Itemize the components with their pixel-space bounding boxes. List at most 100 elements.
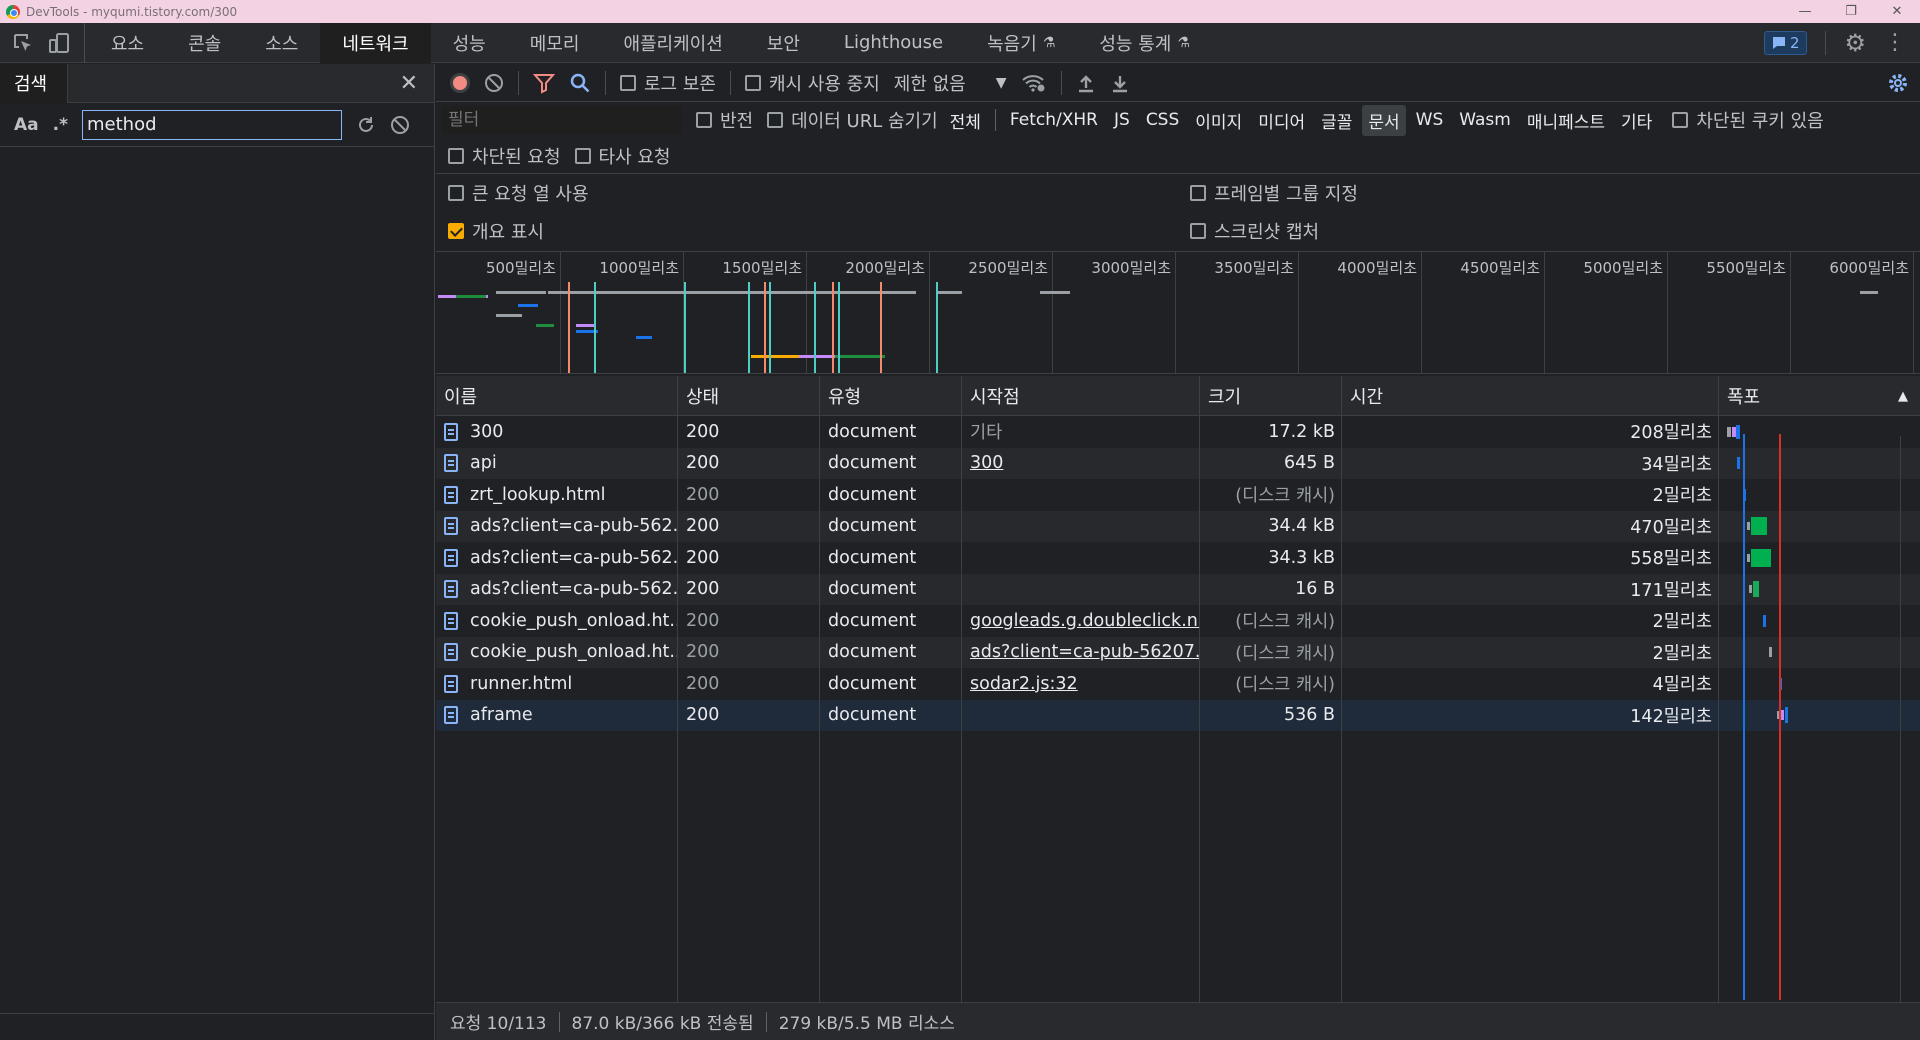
filter-icon[interactable] xyxy=(533,72,555,94)
overview-request-bar xyxy=(496,291,546,294)
overview-request-bar xyxy=(548,291,826,294)
show-overview-checkbox[interactable]: 개요 표시 xyxy=(448,218,544,244)
overview-tick-label: 3500밀리초 xyxy=(1214,259,1294,277)
column-header-type[interactable]: 유형 xyxy=(820,376,962,416)
window-title: DevTools - myqumi.tistory.com/300 xyxy=(26,4,238,19)
search-input[interactable] xyxy=(82,109,342,140)
disable-cache-checkbox[interactable]: 캐시 사용 중지 xyxy=(744,70,880,96)
close-icon[interactable]: ✕ xyxy=(400,71,418,96)
network-conditions-icon[interactable] xyxy=(1021,72,1047,94)
tab-security[interactable]: 보안 xyxy=(745,23,822,63)
blocked-cookies-checkbox[interactable]: 차단된 쿠키 있음 xyxy=(1672,107,1824,133)
big-request-rows-checkbox[interactable]: 큰 요청 열 사용 xyxy=(448,180,589,206)
column-header-time[interactable]: 시간 xyxy=(1342,376,1719,416)
filter-type-media[interactable]: 미디어 xyxy=(1252,105,1311,136)
checkbox-box[interactable] xyxy=(1190,185,1206,201)
column-header-size[interactable]: 크기 xyxy=(1200,376,1342,416)
settings-gear-icon[interactable]: ⚙ xyxy=(1844,29,1866,57)
column-header-waterfall[interactable]: 폭포 ▲ xyxy=(1719,376,1920,416)
divider xyxy=(1825,30,1827,55)
hide-data-urls-label: 데이터 URL 숨기기 xyxy=(791,111,938,132)
column-filler xyxy=(820,436,962,1002)
filter-type-css[interactable]: CSS xyxy=(1140,107,1185,133)
third-party-checkbox[interactable]: 타사 요청 xyxy=(574,143,671,169)
tab-performance[interactable]: 성능 xyxy=(431,23,508,63)
filter-type-doc[interactable]: 문서 xyxy=(1362,104,1406,136)
match-case-toggle[interactable]: Aa xyxy=(14,115,39,135)
network-settings-gear-icon[interactable] xyxy=(1886,71,1910,95)
capture-screenshots-checkbox[interactable]: 스크린샷 캡처 xyxy=(1190,218,1319,244)
checkbox-box[interactable] xyxy=(1672,112,1689,128)
filter-input[interactable] xyxy=(442,106,682,134)
search-panel-tab[interactable]: 검색 xyxy=(0,63,68,103)
filter-type-img[interactable]: 이미지 xyxy=(1189,105,1248,136)
tab-console[interactable]: 콘솔 xyxy=(166,23,243,63)
network-toolbar: 로그 보존 캐시 사용 중지 제한 없음 ▼ xyxy=(436,64,1920,102)
minimize-button[interactable]: — xyxy=(1782,0,1828,23)
checkbox-box[interactable] xyxy=(448,147,464,164)
column-header-name[interactable]: 이름 xyxy=(436,376,678,416)
filter-type-ws[interactable]: WS xyxy=(1410,107,1450,133)
preserve-log-checkbox[interactable]: 로그 보존 xyxy=(620,70,716,96)
overview-marker-line xyxy=(880,282,882,373)
column-header-initiator[interactable]: 시작점 xyxy=(962,376,1200,416)
column-header-waterfall-label: 폭포 xyxy=(1727,387,1761,408)
column-filler xyxy=(1342,436,1719,1002)
hide-data-urls-checkbox[interactable]: 데이터 URL 숨기기 xyxy=(767,107,938,133)
tab-lighthouse[interactable]: Lighthouse xyxy=(822,23,965,63)
more-options-icon[interactable]: ⋮ xyxy=(1884,30,1906,55)
overview-tick-label: 4500밀리초 xyxy=(1460,259,1540,277)
network-overview[interactable]: 500밀리초 1000밀리초 1500밀리초 2000밀리초 2500밀리초 3… xyxy=(436,252,1920,374)
checkbox-box[interactable] xyxy=(744,74,761,91)
checkbox-box[interactable] xyxy=(574,147,591,164)
checkbox-box[interactable] xyxy=(620,74,636,91)
import-har-icon[interactable] xyxy=(1076,73,1096,93)
issues-button[interactable]: 2 xyxy=(1763,30,1808,55)
export-har-icon[interactable] xyxy=(1110,73,1130,93)
status-bar: 요청 10/113 87.0 kB/366 kB 전송됨 279 kB/5.5 … xyxy=(436,1002,1920,1040)
search-icon[interactable] xyxy=(569,72,591,94)
overview-tick-label: 5000밀리초 xyxy=(1583,259,1663,277)
refresh-icon[interactable] xyxy=(356,115,376,135)
blocked-requests-checkbox[interactable]: 차단된 요청 xyxy=(448,143,561,169)
throttling-select[interactable]: 제한 없음 ▼ xyxy=(894,70,1007,96)
close-window-button[interactable]: ✕ xyxy=(1874,0,1920,23)
clear-log-icon[interactable] xyxy=(484,73,504,93)
filter-type-wasm[interactable]: Wasm xyxy=(1453,107,1517,133)
filter-type-all[interactable]: 전체 xyxy=(944,105,987,136)
filter-type-js[interactable]: JS xyxy=(1108,107,1136,133)
tab-network[interactable]: 네트워크 xyxy=(320,22,431,63)
filter-type-fetch-xhr[interactable]: Fetch/XHR xyxy=(1004,107,1104,133)
overview-gridline xyxy=(1913,252,1914,373)
big-request-rows-label: 큰 요청 열 사용 xyxy=(472,184,589,205)
clear-icon[interactable] xyxy=(390,115,410,135)
tab-recorder[interactable]: 녹음기 ⚗ xyxy=(965,23,1077,63)
device-toolbar-icon[interactable] xyxy=(48,32,70,54)
overview-request-bar xyxy=(751,355,799,358)
regex-toggle[interactable]: .* xyxy=(53,115,68,135)
overview-tick-label: 1500밀리초 xyxy=(722,259,802,277)
overview-marker-line xyxy=(748,282,750,373)
restore-button[interactable]: ❐ xyxy=(1828,0,1874,23)
group-by-frame-checkbox[interactable]: 프레임별 그룹 지정 xyxy=(1190,180,1358,206)
checkbox-box[interactable] xyxy=(448,223,464,239)
overview-tick-label: 5500밀리초 xyxy=(1706,259,1786,277)
checkbox-box[interactable] xyxy=(448,185,464,201)
tab-elements[interactable]: 요소 xyxy=(89,23,166,63)
overview-request-bar xyxy=(518,304,538,307)
column-header-status[interactable]: 상태 xyxy=(678,376,820,416)
inspect-element-icon[interactable] xyxy=(12,32,34,54)
checkbox-box[interactable] xyxy=(767,112,784,128)
load-event-line xyxy=(1779,434,1781,1000)
checkbox-box[interactable] xyxy=(696,112,712,128)
checkbox-box[interactable] xyxy=(1190,223,1206,239)
filter-type-font[interactable]: 글꼴 xyxy=(1315,105,1358,136)
tab-performance-insights[interactable]: 성능 통계 ⚗ xyxy=(1077,23,1212,63)
record-button[interactable] xyxy=(450,72,470,93)
filter-type-other[interactable]: 기타 xyxy=(1615,105,1658,136)
tab-application[interactable]: 애플리케이션 xyxy=(601,23,744,63)
filter-type-manifest[interactable]: 매니페스트 xyxy=(1521,105,1611,136)
invert-checkbox[interactable]: 반전 xyxy=(696,107,753,133)
tab-sources[interactable]: 소스 xyxy=(243,23,320,63)
tab-memory[interactable]: 메모리 xyxy=(508,23,602,63)
